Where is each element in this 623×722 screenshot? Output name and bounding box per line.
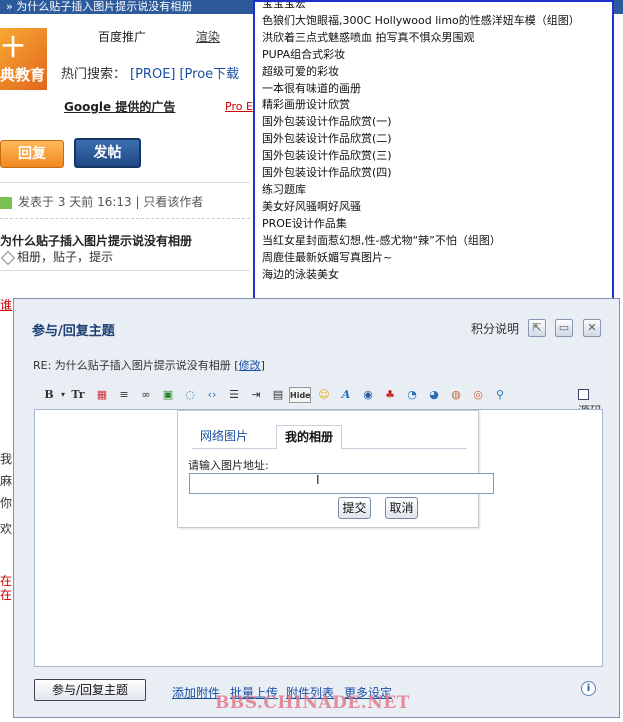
score-help-link[interactable]: 积分说明	[471, 320, 519, 337]
album-list-item[interactable]: 美女好风骚啊好风骚	[262, 199, 612, 216]
image-url-input[interactable]	[189, 473, 494, 494]
album-list-item[interactable]: PROE设计作品集	[262, 216, 612, 233]
left-text-fragment: 我	[0, 452, 13, 466]
divider	[0, 270, 250, 271]
indent-icon[interactable]: ⇥	[248, 387, 264, 403]
image-icon[interactable]: ▣	[160, 387, 176, 403]
quote-icon[interactable]: ◌	[182, 387, 198, 403]
left-text-fragment: 欢	[0, 522, 13, 536]
album-list-item[interactable]: 练习题库	[262, 182, 612, 199]
ad-link-baidu[interactable]: 百度推广	[98, 30, 146, 44]
hot-search-keyword[interactable]: [Proe下载	[179, 67, 239, 82]
left-text-fragment: 你	[0, 496, 13, 510]
hot-search: 热门搜索： [PROE] [Proe下载	[61, 63, 239, 82]
reply-subject: RE: 为什么贴子插入图片提示说没有相册 [修改]	[33, 357, 265, 373]
tab-my-album[interactable]: 我的相册	[276, 425, 343, 450]
image-url-label: 请输入图片地址:	[188, 459, 269, 472]
qq-icon[interactable]: ♣	[382, 387, 398, 403]
divider	[0, 182, 250, 183]
album-list-item[interactable]: 国外包装设计作品欣赏(四)	[262, 165, 612, 182]
ad-link-render[interactable]: 渲染	[196, 30, 220, 44]
font-icon[interactable]: A	[338, 387, 354, 403]
album-list-item[interactable]: 海边的泳装美女	[262, 267, 612, 284]
close-icon[interactable]: ✕	[583, 319, 601, 337]
album-list-item[interactable]: 精彩画册设计欣赏	[262, 97, 612, 114]
reply-dialog: 参与/回复主题 积分说明 ⇱ ▭ ✕ RE: 为什么贴子插入图片提示说没有相册 …	[13, 298, 620, 718]
video-icon[interactable]: ◎	[470, 387, 486, 403]
album-list-item[interactable]: 周鹿佳最新妖媚写真图片~	[262, 250, 612, 267]
album-list-item[interactable]: 国外包装设计作品欣赏(三)	[262, 148, 612, 165]
link-icon[interactable]: ∞	[138, 387, 154, 403]
red-link-fragment[interactable]: 谁	[0, 296, 12, 313]
dropdown-arrow-icon[interactable]: ▾	[55, 387, 71, 403]
album-list-item[interactable]: 超级可爱的彩妆	[262, 64, 612, 81]
user-icon	[0, 196, 12, 209]
popout-icon[interactable]: ⇱	[528, 319, 546, 337]
hot-search-keyword[interactable]: [PROE]	[130, 67, 175, 82]
watermark: BBS.CHINADE.NET	[215, 693, 410, 713]
hide-icon[interactable]: Hide	[289, 387, 311, 403]
real-icon[interactable]: ◔	[404, 387, 420, 403]
subject-text: RE: 为什么贴子插入图片提示说没有相册 [	[33, 359, 239, 372]
dialog-title: 参与/回复主题	[32, 324, 115, 339]
proe-ad-link[interactable]: Pro E	[225, 100, 253, 113]
flash-icon[interactable]: ◉	[360, 387, 376, 403]
logo-text-top: 十	[2, 36, 25, 61]
code-icon[interactable]: ‹›	[204, 387, 220, 403]
post-tags-text[interactable]: 相册，贴子，提示	[17, 250, 113, 264]
subject-bracket: ]	[260, 359, 265, 372]
album-list-item[interactable]: 一本很有味道的画册	[262, 81, 612, 98]
add-attachment-link[interactable]: 添加附件	[172, 684, 220, 701]
post-tags: 相册，贴子，提示	[0, 248, 113, 265]
ordered-list-icon[interactable]: ☰	[226, 387, 242, 403]
cancel-button[interactable]: 取消	[385, 497, 418, 519]
left-text-fragment: 麻	[0, 474, 13, 488]
album-list-item[interactable]: 洪欣着三点式魅惑喷血 拍写真不惧众男围观	[262, 30, 612, 47]
album-list-item[interactable]: 当红女星封面惹幻想,性-感尤物“辣”不怕（组图）	[262, 233, 612, 250]
tag-icon	[0, 250, 16, 265]
ad-links: 百度推广 渲染	[98, 28, 266, 45]
album-list-item[interactable]: 宝宝宝宏	[262, 2, 612, 13]
hot-search-label: 热门搜索：	[61, 67, 127, 82]
editor-area[interactable]: 网络图片 我的相册 请输入图片地址: I 提交 取消	[34, 409, 603, 667]
album-list-item[interactable]: 国外包装设计作品欣赏(一)	[262, 114, 612, 131]
google-ads-label[interactable]: Google 提供的广告	[64, 98, 175, 115]
logo-text-bottom: 典教育	[0, 66, 46, 84]
submit-reply-button[interactable]: 参与/回复主题	[34, 679, 146, 701]
media-icon[interactable]: ◕	[426, 387, 442, 403]
left-text-fragment: 在	[0, 588, 13, 602]
image-tabs: 网络图片 我的相册	[192, 425, 467, 450]
divider	[0, 218, 250, 219]
topbar-title: » 为什么贴子插入图片提示说没有相册	[6, 0, 193, 13]
tool-icon[interactable]: ⚲	[492, 387, 508, 403]
align-icon[interactable]: ≡	[116, 387, 132, 403]
post-meta-text: 发表于 3 天前 16:13 | 只看该作者	[18, 195, 204, 209]
text-cursor-icon: I	[316, 473, 320, 487]
post-meta: 发表于 3 天前 16:13 | 只看该作者	[0, 193, 203, 210]
album-dropdown-list[interactable]: 宝宝宝宏 色狼们大饱眼福,300C Hollywood limo的性感洋妞车模（…	[253, 0, 614, 303]
new-post-button[interactable]: 发帖	[74, 138, 141, 168]
album-list-item[interactable]: 国外包装设计作品欣赏(二)	[262, 131, 612, 148]
post-title: 为什么贴子插入图片提示说没有相册	[0, 234, 193, 248]
album-list-item[interactable]: PUPA组合式彩妆	[262, 47, 612, 64]
modify-subject-link[interactable]: 修改	[239, 359, 261, 372]
audio-icon[interactable]: ◍	[448, 387, 464, 403]
reply-button[interactable]: 回复	[0, 140, 64, 168]
tab-web-image[interactable]: 网络图片	[192, 425, 256, 449]
site-logo[interactable]: 十 典教育	[0, 28, 47, 90]
insert-image-panel: 网络图片 我的相册 请输入图片地址: I 提交 取消	[177, 410, 494, 528]
smiley-icon[interactable]: ☺	[316, 387, 332, 403]
dialog-header[interactable]: 参与/回复主题 积分说明 ⇱ ▭ ✕	[14, 299, 619, 357]
editor-toolbar: B ▾ Tr ▦ ≡ ∞ ▣ ◌ ‹› ☰ ⇥ ▤ Hide ☺ A ◉ ♣ ◔…	[35, 384, 602, 418]
font-size-icon[interactable]: Tr	[70, 387, 86, 403]
maximize-icon[interactable]: ▭	[555, 319, 573, 337]
album-list-item[interactable]: 色狼们大饱眼福,300C Hollywood limo的性感洋妞车模（组图）	[262, 13, 612, 30]
source-checkbox[interactable]	[578, 389, 589, 400]
table-icon[interactable]: ▤	[270, 387, 286, 403]
info-icon[interactable]: i	[581, 681, 596, 696]
color-icon[interactable]: ▦	[94, 387, 110, 403]
submit-button[interactable]: 提交	[338, 497, 371, 519]
